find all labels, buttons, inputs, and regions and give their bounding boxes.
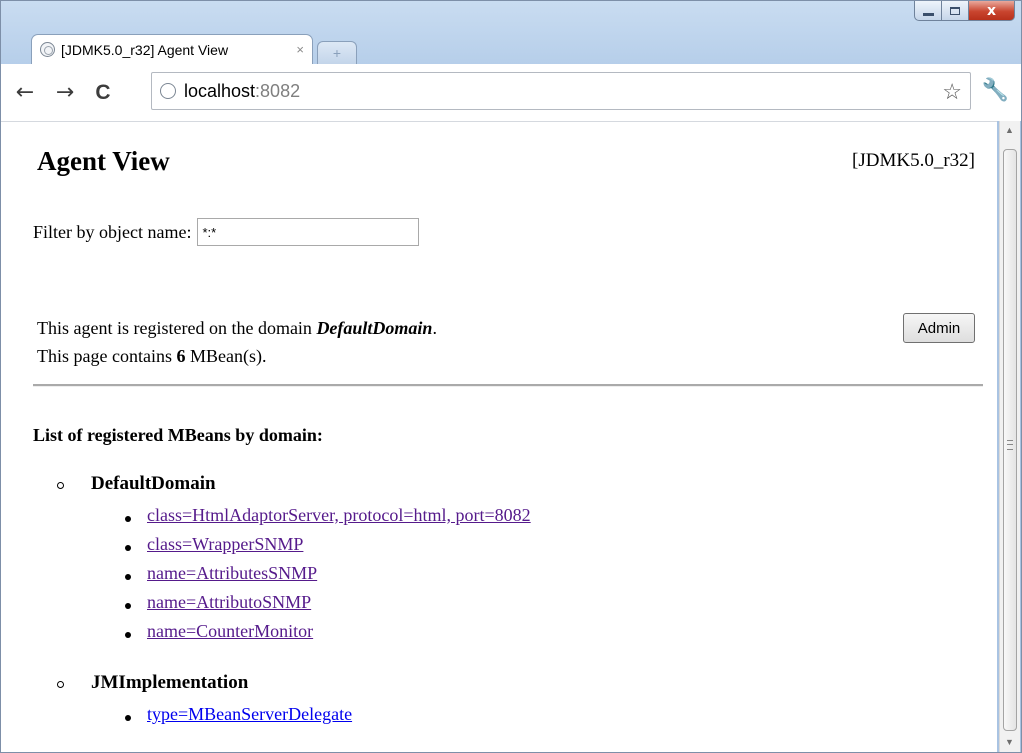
circle-bullet-icon [57,482,64,489]
minimize-button[interactable] [914,1,942,21]
tab-close-icon[interactable]: × [296,42,304,57]
page-content: Agent View [JDMK5.0_r32] Filter by objec… [1,121,997,752]
tab-strip: [JDMK5.0_r32] Agent View × + [31,34,357,64]
url-host: localhost [184,80,256,101]
page-info-icon[interactable] [160,83,176,99]
window-controls: x [914,1,1015,21]
disc-bullet-icon [125,545,131,551]
mbean-link[interactable]: type=MBeanServerDelegate [147,704,352,724]
filter-label: Filter by object name: [33,221,192,242]
admin-button[interactable]: Admin [903,313,975,343]
reload-button[interactable]: C [87,81,119,105]
mbean-link[interactable]: class=HtmlAdaptorServer, protocol=html, … [147,505,531,525]
url-port: :8082 [255,80,301,101]
plus-icon: + [332,45,342,61]
mbean-item: name=AttributoSNMP [147,592,311,613]
scroll-up-arrow-icon[interactable]: ▲ [1005,125,1014,135]
filter-row: Filter by object name: [33,218,420,246]
browser-window: x [JDMK5.0_r32] Agent View × + ← → C loc… [0,0,1022,753]
browser-toolbar: ← → C localhost :8082 ☆ 🔧 [1,64,1021,121]
domain-name: JMImplementation [91,672,249,693]
page-title: Agent View [37,146,170,176]
mbean-item: name=AttributesSNMP [147,563,317,584]
domain-name: DefaultDomain [91,473,216,494]
disc-bullet-icon [125,715,131,721]
mbean-link[interactable]: name=AttributoSNMP [147,592,311,612]
minimize-icon [922,12,934,16]
mbean-item: class=WrapperSNMP [147,534,303,555]
mbean-item: type=MBeanServerDelegate [147,704,352,725]
mbean-link[interactable]: name=CounterMonitor [147,621,313,641]
close-icon: x [986,2,997,19]
forward-button[interactable]: → [49,80,81,105]
domain-info-suffix: . [432,318,437,338]
address-bar[interactable]: localhost :8082 ☆ [151,72,971,110]
close-window-button[interactable]: x [969,1,1015,21]
vertical-scrollbar[interactable]: ▲ ▼ [999,121,1020,752]
grip-icon [1007,440,1013,450]
mbean-list-heading: List of registered MBeans by domain: [33,425,323,445]
domain-info-line: This agent is registered on the domain D… [37,314,437,342]
tab-title: [JDMK5.0_r32] Agent View [61,41,229,58]
disc-bullet-icon [125,574,131,580]
maximize-button[interactable] [942,1,969,21]
globe-icon [40,42,55,57]
tab-agent-view[interactable]: [JDMK5.0_r32] Agent View × [31,34,313,64]
mbean-count-line: This page contains 6 MBean(s). [37,342,437,370]
scrollbar-thumb[interactable] [1003,149,1017,731]
mbean-link[interactable]: class=WrapperSNMP [147,534,303,554]
disc-bullet-icon [125,603,131,609]
new-tab-button[interactable]: + [317,41,357,64]
agent-info: This agent is registered on the domain D… [37,314,437,370]
count-suffix: MBean(s). [185,346,267,366]
maximize-icon [950,6,960,15]
domain-info-prefix: This agent is registered on the domain [37,318,317,338]
back-button[interactable]: ← [9,80,41,105]
bookmark-star-icon[interactable]: ☆ [942,79,962,105]
mbean-link[interactable]: name=AttributesSNMP [147,563,317,583]
scroll-down-arrow-icon[interactable]: ▼ [1005,737,1014,747]
domain-name-value: DefaultDomain [316,318,433,338]
mbean-item: class=HtmlAdaptorServer, protocol=html, … [147,505,531,526]
disc-bullet-icon [125,516,131,522]
version-label: [JDMK5.0_r32] [852,150,975,171]
divider [33,384,983,387]
disc-bullet-icon [125,632,131,638]
circle-bullet-icon [57,681,64,688]
wrench-icon[interactable]: 🔧 [982,78,1009,103]
filter-input[interactable] [197,218,420,246]
mbean-item: name=CounterMonitor [147,621,313,642]
count-prefix: This page contains [37,346,177,366]
